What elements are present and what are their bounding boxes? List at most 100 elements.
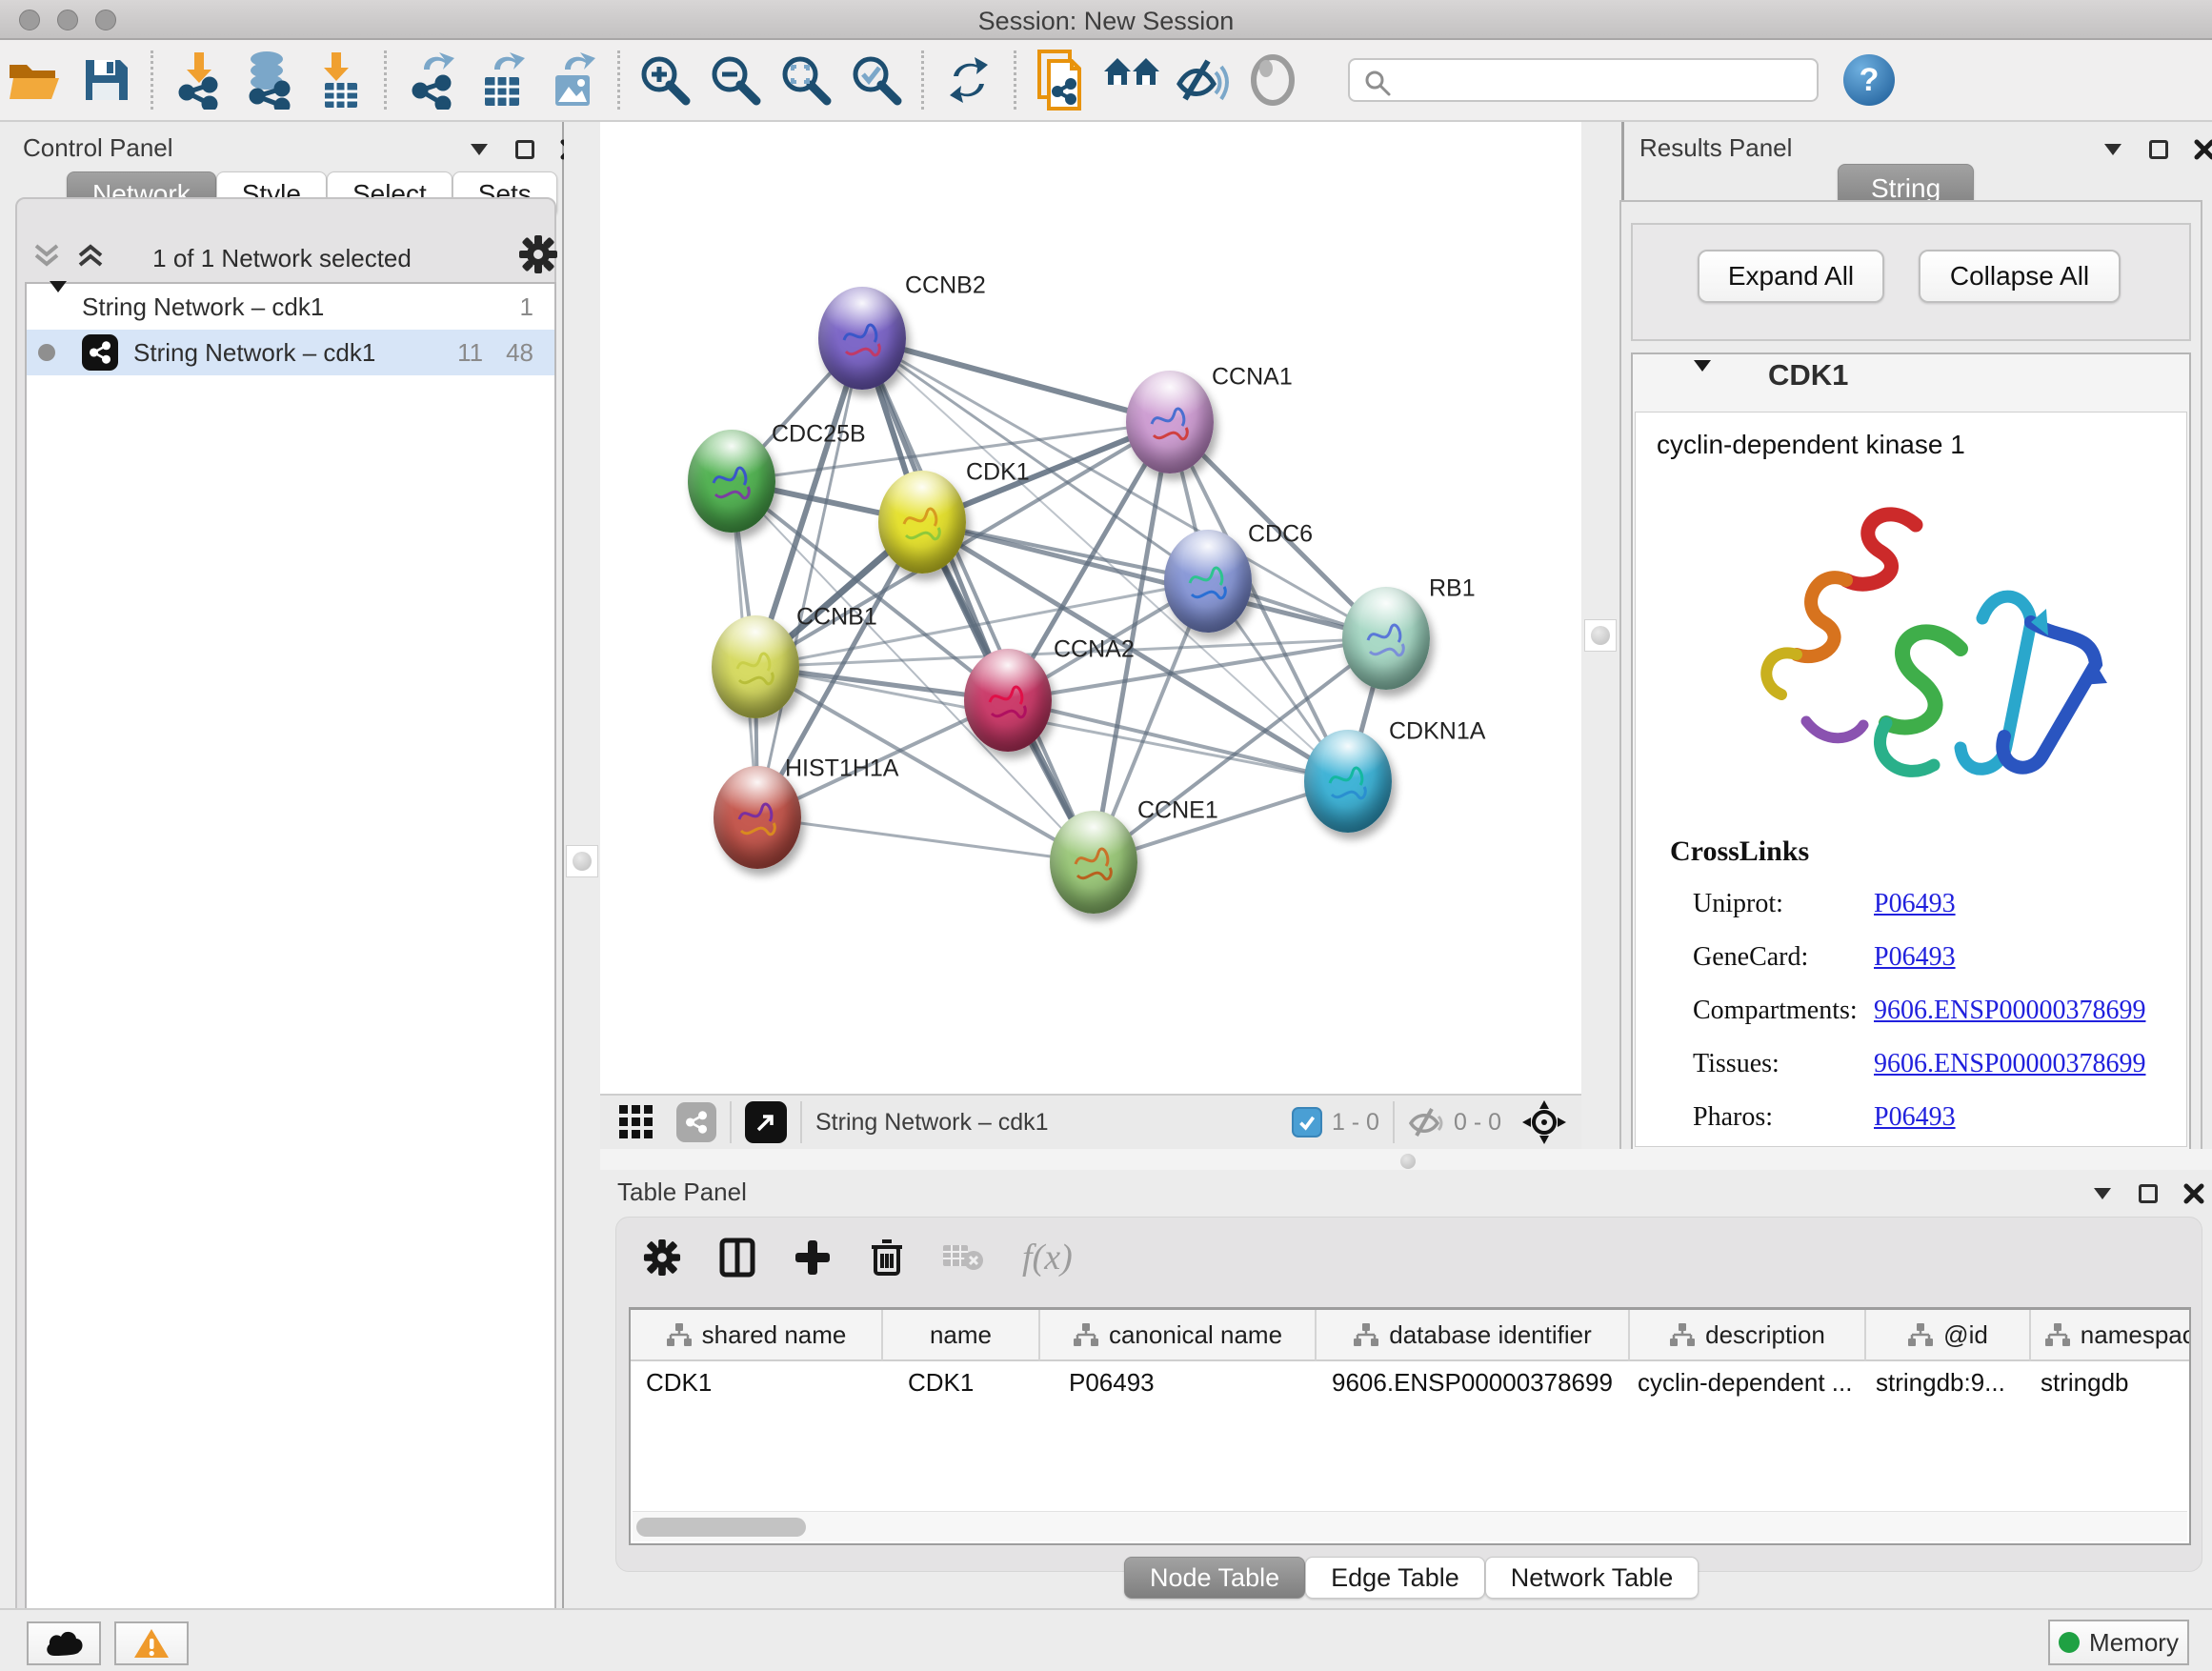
collapse-panel-icon[interactable] — [2086, 1179, 2119, 1208]
column-header-description[interactable]: description — [1630, 1309, 1866, 1360]
left-splitter[interactable] — [564, 122, 600, 1608]
column-header-name[interactable]: name — [883, 1309, 1040, 1360]
network-node-CCNB2[interactable] — [818, 287, 906, 390]
crosslink-label: GeneCard: — [1693, 931, 1874, 984]
grid-view-icon[interactable] — [617, 1103, 655, 1141]
enable-glass-ball-button[interactable] — [1167, 49, 1237, 111]
memory-status-dot — [2059, 1632, 2080, 1653]
network-node-CCNA2[interactable] — [964, 649, 1052, 752]
cell-name: CDK1 — [883, 1368, 1040, 1398]
node-label-CCNA2: CCNA2 — [1054, 636, 1135, 664]
network-node-CDC25B[interactable] — [688, 430, 775, 533]
sphere-toggle-button[interactable] — [1237, 49, 1308, 111]
network-badge-icon[interactable] — [676, 1102, 716, 1142]
column-header-canonical-name[interactable]: canonical name — [1040, 1309, 1317, 1360]
network-node-CDC6[interactable] — [1164, 530, 1252, 633]
table-row[interactable]: CDK1 CDK1 P06493 9606.ENSP00000378699 cy… — [631, 1361, 2189, 1403]
network-collection-row[interactable]: String Network – cdk1 1 — [27, 284, 554, 330]
string-document-icon — [1036, 50, 1087, 111]
network-node-RB1[interactable] — [1342, 587, 1430, 690]
delete-column-icon[interactable] — [870, 1238, 904, 1278]
column-header-at-id[interactable]: @id — [1866, 1309, 2031, 1360]
open-session-button[interactable] — [0, 49, 70, 111]
scrollbar-thumb[interactable] — [636, 1518, 806, 1537]
export-image-button[interactable] — [537, 49, 608, 111]
network-node-CCNB1[interactable] — [712, 615, 799, 718]
table-horizontal-scrollbar[interactable] — [633, 1511, 2187, 1541]
search-input[interactable] — [1399, 62, 1809, 98]
right-splitter[interactable] — [1581, 122, 1621, 1166]
string-document-button[interactable] — [1026, 49, 1096, 111]
function-builder-icon[interactable]: f(x) — [1022, 1237, 1073, 1278]
help-button[interactable]: ? — [1843, 54, 1895, 106]
toolbar-separator — [151, 50, 153, 110]
zoom-out-button[interactable] — [700, 49, 771, 111]
left-splitter-handle[interactable] — [566, 845, 598, 877]
cloud-status-button[interactable] — [27, 1621, 101, 1665]
import-network-file-button[interactable] — [163, 49, 233, 111]
collapse-panel-icon[interactable] — [463, 135, 495, 164]
expand-all-button[interactable]: Expand All — [1698, 250, 1884, 303]
column-header-namespace[interactable]: namespace — [2031, 1309, 2191, 1360]
export-table-button[interactable] — [467, 49, 537, 111]
network-options-gear-icon[interactable] — [518, 234, 558, 274]
selected-checkbox-icon[interactable] — [1292, 1107, 1322, 1137]
tab-network-table[interactable]: Network Table — [1485, 1557, 1699, 1599]
network-node-CCNE1[interactable] — [1050, 811, 1137, 914]
table-settings-gear-icon[interactable] — [643, 1238, 681, 1277]
collection-expand-icon[interactable] — [50, 292, 67, 322]
network-node-CDK1[interactable] — [878, 471, 966, 574]
node-label-CCNB1: CCNB1 — [796, 604, 877, 632]
current-network-name: String Network – cdk1 — [815, 1109, 1049, 1137]
zoom-in-button[interactable] — [630, 49, 700, 111]
network-view-canvas[interactable]: CCNB2CCNA1CDC25BCDK1CDC6RB1CCNB1CCNA2CDK… — [600, 122, 1581, 1094]
detach-view-icon[interactable] — [745, 1101, 787, 1143]
export-network-button[interactable] — [396, 49, 467, 111]
float-panel-icon[interactable] — [2132, 1179, 2164, 1208]
add-column-icon[interactable] — [794, 1238, 832, 1277]
import-table-button[interactable] — [304, 49, 374, 111]
float-panel-icon[interactable] — [509, 135, 541, 164]
crosslink-value-link[interactable]: 9606.ENSP00000378699 — [1874, 1049, 2145, 1078]
float-panel-icon[interactable] — [2142, 135, 2175, 164]
import-network-database-button[interactable] — [233, 49, 304, 111]
string-homes-button[interactable] — [1096, 49, 1167, 111]
warning-status-button[interactable] — [114, 1621, 189, 1665]
node-label-CDC6: CDC6 — [1248, 521, 1313, 549]
zoom-selected-button[interactable] — [841, 49, 912, 111]
network-node-CDKN1A[interactable] — [1304, 730, 1392, 833]
close-panel-icon[interactable] — [2178, 1179, 2210, 1208]
tab-edge-table[interactable]: Edge Table — [1305, 1557, 1485, 1599]
protein-thumbnail — [1068, 836, 1119, 893]
column-header-database-identifier[interactable]: database identifier — [1317, 1309, 1630, 1360]
tab-node-table[interactable]: Node Table — [1124, 1557, 1305, 1599]
column-label: name — [930, 1320, 992, 1350]
save-session-button[interactable] — [70, 49, 141, 111]
birdseye-crosshair-icon[interactable] — [1522, 1100, 1566, 1144]
zoom-fit-button[interactable] — [771, 49, 841, 111]
crosslink-value-link[interactable]: P06493 — [1874, 1102, 1956, 1132]
sphere-icon — [1249, 53, 1297, 107]
delete-table-icon[interactable] — [942, 1241, 984, 1274]
gene-section-expand-icon[interactable] — [1694, 372, 1711, 389]
memory-button[interactable]: Memory — [2048, 1620, 2189, 1665]
zoom-in-icon — [638, 53, 692, 107]
crosslink-value-link[interactable]: 9606.ENSP00000378699 — [1874, 996, 2145, 1025]
crosslink-value-link[interactable]: P06493 — [1874, 942, 1956, 972]
zoom-out-icon — [709, 53, 762, 107]
show-columns-icon[interactable] — [719, 1238, 755, 1278]
right-splitter-handle[interactable] — [1584, 619, 1617, 652]
close-panel-icon[interactable] — [2188, 135, 2212, 164]
collapse-panel-icon[interactable] — [2097, 135, 2129, 164]
column-header-shared-name[interactable]: shared name — [631, 1309, 883, 1360]
horizontal-splitter-handle[interactable] — [1400, 1154, 1416, 1169]
network-row-selected[interactable]: String Network – cdk1 11 48 — [27, 330, 554, 375]
crosslink-value-link[interactable]: P06493 — [1874, 889, 1956, 918]
table-panel-title: Table Panel — [617, 1178, 747, 1207]
apply-layout-button[interactable] — [934, 49, 1004, 111]
hide-graphics-icon — [1176, 55, 1229, 105]
protein-thumbnail — [836, 312, 888, 369]
collapse-all-button[interactable]: Collapse All — [1919, 250, 2121, 303]
hidden-eye-slash-icon[interactable] — [1408, 1107, 1444, 1137]
network-node-CCNA1[interactable] — [1126, 371, 1214, 473]
